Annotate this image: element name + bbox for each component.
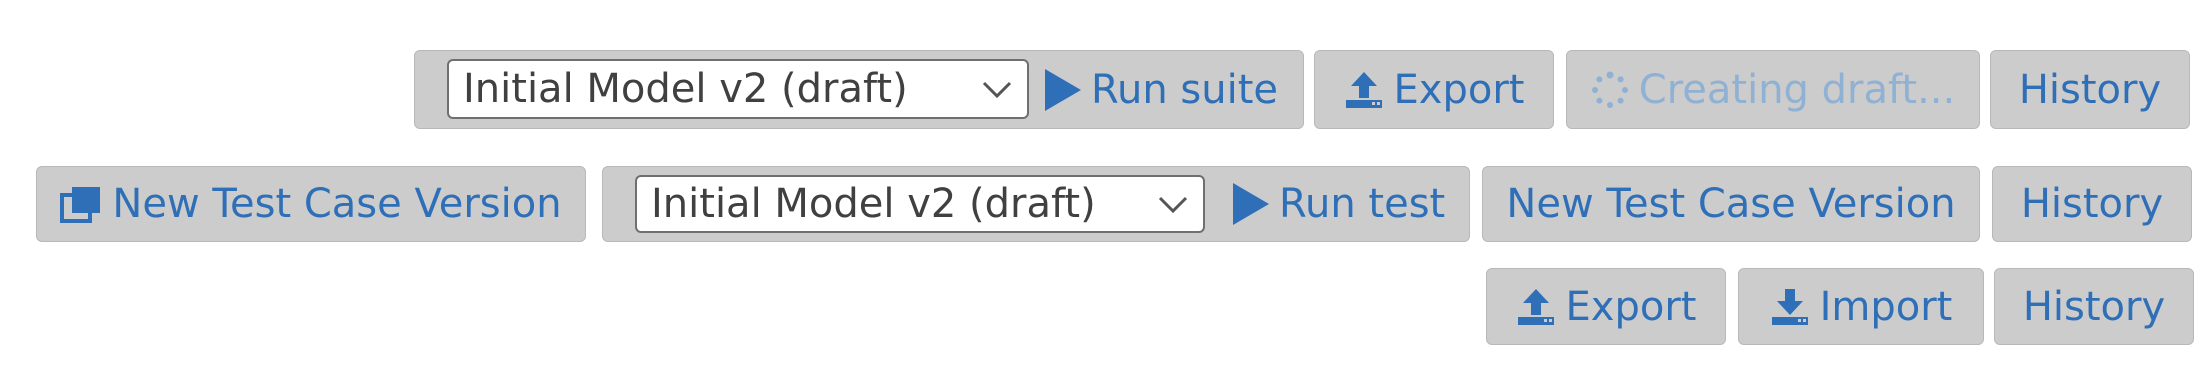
- copy-icon: [60, 185, 102, 223]
- download-icon: [1770, 287, 1810, 327]
- history-button-test[interactable]: History: [1992, 166, 2192, 242]
- play-icon: [1233, 183, 1269, 225]
- play-icon: [1045, 68, 1081, 111]
- creating-draft-label: Creating draft...: [1638, 66, 1956, 113]
- new-test-case-version-label: New Test Case Version: [1506, 181, 1956, 227]
- import-button[interactable]: Import: [1738, 268, 1984, 345]
- export-button[interactable]: Export: [1314, 50, 1554, 129]
- history-button-suite[interactable]: History: [1990, 50, 2190, 129]
- import-label: Import: [1819, 283, 1953, 330]
- spinner-icon: [1591, 71, 1629, 109]
- run-suite-button[interactable]: Run suite: [1045, 51, 1295, 128]
- history-button-model[interactable]: History: [1994, 268, 2194, 345]
- chevron-down-icon: [1158, 196, 1188, 214]
- history-label: History: [2020, 181, 2164, 227]
- export-label: Export: [1565, 283, 1697, 330]
- test-run-group: Initial Model v2 (draft) Run test: [602, 166, 1470, 242]
- run-test-button[interactable]: Run test: [1233, 167, 1463, 241]
- history-label: History: [2018, 66, 2162, 113]
- export-label: Export: [1393, 66, 1525, 113]
- model-version-select[interactable]: Initial Model v2 (draft): [635, 175, 1205, 233]
- export-button[interactable]: Export: [1486, 268, 1726, 345]
- suite-run-group: Initial Model v2 (draft) Run suite: [414, 50, 1304, 129]
- model-version-select-value: Initial Model v2 (draft): [651, 181, 1096, 227]
- new-test-case-version-label: New Test Case Version: [112, 181, 562, 227]
- new-test-case-version-button[interactable]: New Test Case Version: [1482, 166, 1980, 242]
- chevron-down-icon: [982, 81, 1012, 99]
- model-version-select[interactable]: Initial Model v2 (draft): [447, 59, 1029, 119]
- creating-draft-button: Creating draft...: [1566, 50, 1980, 129]
- model-version-select-value: Initial Model v2 (draft): [463, 66, 908, 112]
- history-label: History: [2022, 283, 2166, 330]
- upload-icon: [1516, 287, 1556, 327]
- run-suite-label: Run suite: [1091, 66, 1279, 113]
- new-test-case-version-button[interactable]: New Test Case Version: [36, 166, 586, 242]
- upload-icon: [1344, 70, 1384, 110]
- run-test-label: Run test: [1279, 181, 1446, 227]
